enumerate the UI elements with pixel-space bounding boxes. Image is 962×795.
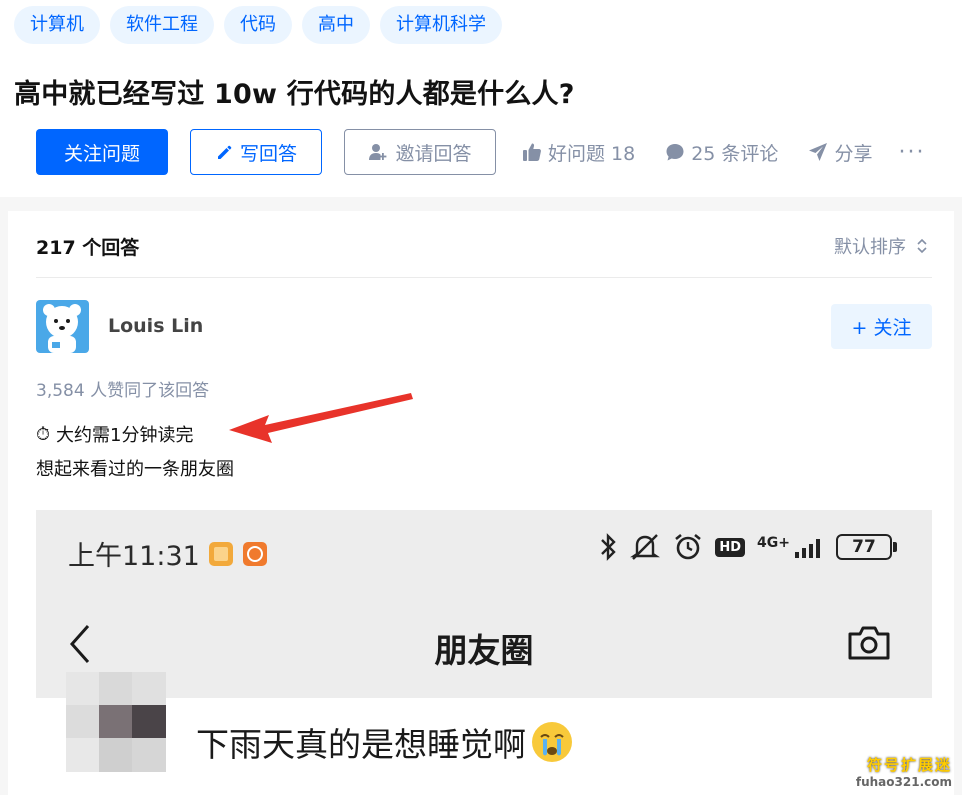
notification-icon	[208, 541, 233, 566]
alarm-icon	[675, 533, 702, 560]
topic-tag[interactable]: 代码	[224, 6, 292, 44]
crying-emoji-icon	[532, 722, 572, 762]
invite-answer-button[interactable]: 邀请回答	[344, 129, 496, 175]
share-plane-icon	[809, 143, 828, 161]
moments-title: 朋友圈	[434, 631, 534, 670]
status-bar: 上午11:31 HD 4G+ 77	[36, 510, 932, 590]
mute-icon	[630, 534, 661, 560]
upvote-count: 3,584 人赞同了该回答	[36, 381, 210, 401]
watermark-title: 符号扩展迷	[866, 756, 952, 774]
invite-answer-label: 邀请回答	[395, 142, 472, 165]
sort-dropdown[interactable]: 默认排序	[834, 233, 928, 259]
answer-body-text: 想起来看过的一条朋友圈	[36, 459, 234, 480]
sort-label: 默认排序	[834, 237, 906, 258]
topic-tag[interactable]: 软件工程	[110, 6, 214, 44]
camera-icon[interactable]	[846, 624, 892, 662]
battery-level: 77	[852, 537, 876, 557]
answer-count: 217 个回答	[36, 237, 140, 259]
mi-app-icon	[242, 541, 267, 566]
good-question-label: 好问题 18	[548, 142, 636, 165]
red-arrow-annotation	[229, 393, 413, 443]
signal-icon	[795, 539, 820, 558]
read-time-text: 大约需1分钟读完	[56, 425, 194, 446]
more-actions-button[interactable]: ···	[898, 140, 925, 165]
question-header: 计算机 软件工程 代码 高中 计算机科学 高中就已经写过 10w 行代码的人都是…	[0, 0, 962, 197]
network-label: 4G+	[757, 535, 790, 551]
follow-author-button[interactable]: + 关注	[831, 304, 932, 349]
follow-question-button[interactable]: 关注问题	[36, 129, 168, 175]
battery-indicator: 77	[836, 534, 897, 560]
author-name[interactable]: Louis Lin	[108, 315, 203, 337]
hd-badge: HD	[715, 537, 746, 557]
topic-tags: 计算机 软件工程 代码 高中 计算机科学	[14, 6, 502, 44]
question-title[interactable]: 高中就已经写过 10w 行代码的人都是什么人?	[14, 72, 575, 111]
question-actions: 关注问题 写回答 邀请回答 好问题 18 25 条评论 分享 ···	[36, 128, 925, 176]
pencil-icon	[217, 145, 232, 159]
comments-button[interactable]: 25 条评论	[665, 139, 778, 166]
comment-icon	[666, 144, 684, 161]
sort-icon	[917, 238, 927, 254]
divider	[36, 277, 932, 278]
add-user-icon	[369, 144, 387, 160]
topic-tag[interactable]: 计算机科学	[380, 6, 502, 44]
hd-label: HD	[719, 539, 742, 555]
comments-label: 25 条评论	[691, 142, 779, 165]
status-time-text: 上午11:31	[68, 541, 200, 572]
site-watermark: 符号扩展迷 fuhao321.com	[856, 754, 952, 789]
thumbs-up-icon	[523, 143, 541, 161]
avatar[interactable]	[36, 300, 89, 353]
blurred-avatar	[66, 672, 166, 772]
moments-post: 下雨天真的是想睡觉啊	[36, 672, 932, 795]
good-question-button[interactable]: 好问题 18	[522, 139, 635, 166]
bear-avatar-icon	[36, 300, 89, 353]
moments-navbar: 朋友圈	[36, 600, 932, 690]
embedded-phone-screenshot: 上午11:31 HD 4G+ 77 朋友圈 下雨天真的是想睡觉啊	[36, 510, 932, 795]
share-button[interactable]: 分享	[808, 139, 872, 166]
topic-tag[interactable]: 高中	[302, 6, 370, 44]
moments-post-text: 下雨天真的是想睡觉啊	[196, 718, 574, 766]
read-time: ⏱ 大约需1分钟读完	[36, 421, 194, 447]
share-label: 分享	[834, 142, 873, 165]
follow-question-label: 关注问题	[63, 142, 140, 165]
stopwatch-icon: ⏱	[36, 423, 51, 445]
write-answer-label: 写回答	[239, 142, 297, 165]
bluetooth-icon	[601, 533, 617, 561]
signal-indicator: 4G+	[757, 535, 824, 559]
status-icons: HD 4G+ 77	[599, 532, 897, 562]
watermark-url: fuhao321.com	[855, 775, 952, 789]
status-time: 上午11:31	[68, 534, 268, 573]
moments-post-content: 下雨天真的是想睡觉啊	[196, 725, 526, 764]
topic-tag[interactable]: 计算机	[14, 6, 100, 44]
write-answer-button[interactable]: 写回答	[190, 129, 322, 175]
